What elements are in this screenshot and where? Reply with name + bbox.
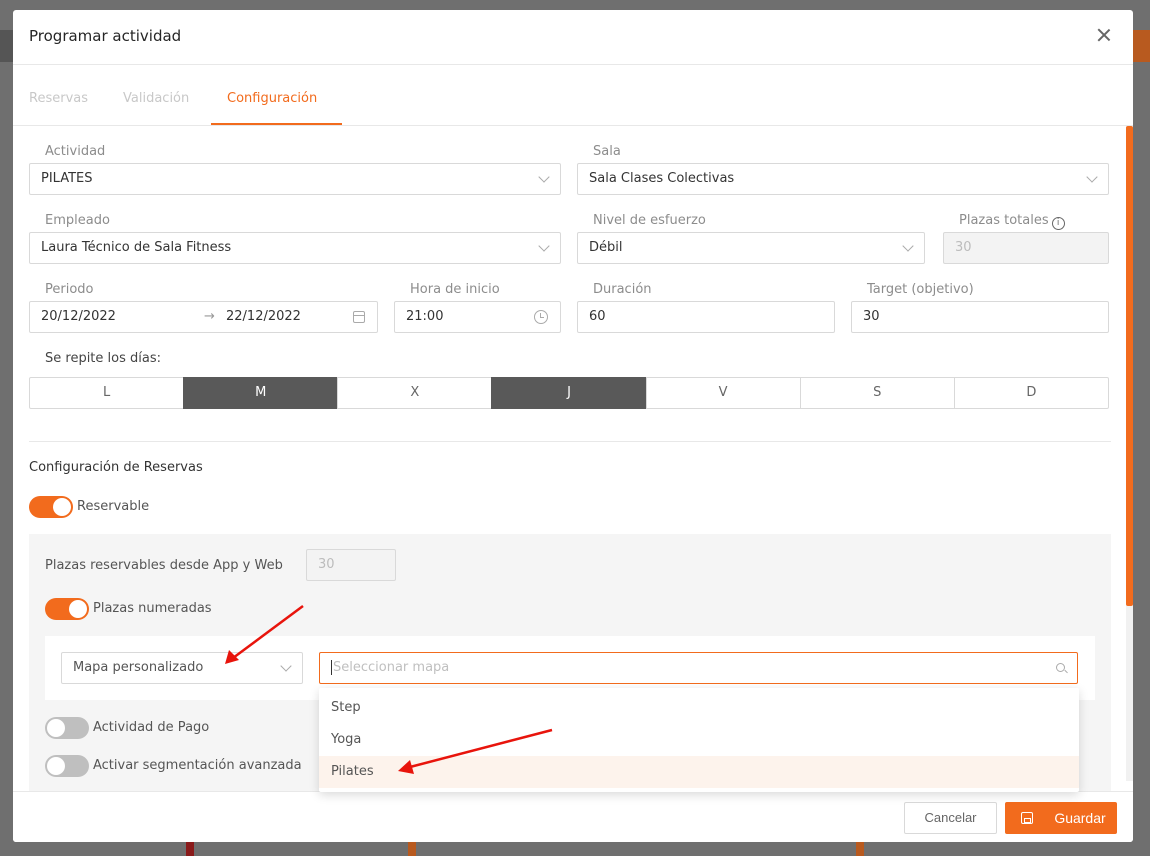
chevron-down-icon <box>1086 171 1098 183</box>
chevron-down-icon <box>902 240 914 252</box>
background-bar-orange-1 <box>408 842 416 856</box>
schedule-activity-modal: Programar actividad Reservas Validación … <box>13 10 1133 842</box>
periodo-end[interactable]: 22/12/2022 <box>226 302 301 332</box>
sala-label: Sala <box>593 144 621 159</box>
tab-configuracion[interactable]: Configuración <box>227 91 317 106</box>
duracion-label: Duración <box>593 282 652 297</box>
save-icon <box>1021 812 1033 824</box>
clock-icon <box>534 310 548 324</box>
save-button-label: Guardar <box>1054 810 1106 826</box>
plazas-totales-label: Plazas totales i <box>959 213 1065 230</box>
sala-value: Sala Clases Colectivas <box>589 171 735 186</box>
active-tab-indicator <box>211 123 342 125</box>
reservable-label: Reservable <box>77 499 150 514</box>
segmentacion-toggle[interactable] <box>45 755 89 777</box>
day-v[interactable]: V <box>645 377 801 409</box>
plazas-totales-input: 30 <box>943 232 1109 264</box>
chevron-down-icon <box>538 240 550 252</box>
toggle-knob <box>53 498 71 516</box>
day-d[interactable]: D <box>953 377 1109 409</box>
map-option-step[interactable]: Step <box>319 692 1079 724</box>
hora-picker[interactable]: 21:00 <box>394 301 561 333</box>
background-top-bar <box>0 30 13 62</box>
actividad-label: Actividad <box>45 144 106 159</box>
toggle-knob <box>47 757 65 775</box>
scrollbar-track[interactable] <box>1126 126 1133 781</box>
background-right-accent <box>1133 30 1150 62</box>
map-option-yoga[interactable]: Yoga <box>319 724 1079 756</box>
map-options-dropdown: Step Yoga Pilates <box>319 688 1079 792</box>
map-type-value: Mapa personalizado <box>73 660 204 675</box>
plazas-numeradas-label: Plazas numeradas <box>93 601 212 616</box>
actividad-value: PILATES <box>41 171 93 186</box>
periodo-range-picker[interactable]: 20/12/2022 → 22/12/2022 <box>29 301 378 333</box>
periodo-label: Periodo <box>45 282 94 297</box>
reservas-section-title: Configuración de Reservas <box>29 460 203 475</box>
day-m[interactable]: M <box>183 377 339 409</box>
cancel-button[interactable]: Cancelar <box>904 802 997 834</box>
day-j[interactable]: J <box>491 377 647 409</box>
repeat-days-label: Se repite los días: <box>45 351 161 366</box>
toggle-knob <box>47 719 65 737</box>
actividad-select[interactable]: PILATES <box>29 163 561 195</box>
section-divider <box>29 441 1111 442</box>
toggle-knob <box>69 600 87 618</box>
nivel-label: Nivel de esfuerzo <box>593 213 706 228</box>
background-bar-red <box>186 842 194 856</box>
chevron-down-icon <box>538 171 550 183</box>
map-option-pilates[interactable]: Pilates <box>319 756 1079 788</box>
day-s[interactable]: S <box>799 377 955 409</box>
day-l[interactable]: L <box>29 377 185 409</box>
tab-bar: Reservas Validación Configuración <box>13 65 1133 126</box>
tab-validacion[interactable]: Validación <box>123 91 189 106</box>
target-label: Target (objetivo) <box>867 282 974 297</box>
periodo-start[interactable]: 20/12/2022 <box>41 309 116 324</box>
nivel-select[interactable]: Débil <box>577 232 925 264</box>
plazas-reservables-label: Plazas reservables desde App y Web <box>45 558 283 573</box>
close-icon[interactable] <box>1095 26 1113 44</box>
chevron-down-icon <box>280 660 292 672</box>
tab-reservas[interactable]: Reservas <box>29 91 88 106</box>
weekday-selector: L M X J V S D <box>29 377 1109 409</box>
plazas-numeradas-toggle[interactable] <box>45 598 89 620</box>
actividad-pago-toggle[interactable] <box>45 717 89 739</box>
save-button[interactable]: Guardar <box>1005 802 1117 834</box>
modal-title: Programar actividad <box>29 27 182 45</box>
range-arrow-icon: → <box>204 309 215 324</box>
hora-value: 21:00 <box>406 309 444 324</box>
target-input[interactable]: 30 <box>851 301 1109 333</box>
map-placeholder: Seleccionar mapa <box>331 660 450 675</box>
plazas-reservables-input: 30 <box>306 549 396 581</box>
nivel-value: Débil <box>589 240 623 255</box>
duracion-input[interactable]: 60 <box>577 301 835 333</box>
map-search-select[interactable]: Seleccionar mapa <box>319 652 1078 684</box>
calendar-icon <box>353 311 365 323</box>
scrollbar-thumb[interactable] <box>1126 126 1133 606</box>
hora-label: Hora de inicio <box>410 282 500 297</box>
modal-footer: Cancelar Guardar <box>13 791 1133 842</box>
search-icon <box>1056 663 1065 672</box>
reservable-toggle[interactable] <box>29 496 73 518</box>
empleado-label: Empleado <box>45 213 110 228</box>
sala-select[interactable]: Sala Clases Colectivas <box>577 163 1109 195</box>
background-bar-orange-2 <box>856 842 864 856</box>
modal-header: Programar actividad <box>13 10 1133 65</box>
actividad-pago-label: Actividad de Pago <box>93 720 210 735</box>
empleado-select[interactable]: Laura Técnico de Sala Fitness <box>29 232 561 264</box>
map-type-select[interactable]: Mapa personalizado <box>61 652 303 684</box>
info-icon[interactable]: i <box>1051 217 1065 230</box>
day-x[interactable]: X <box>337 377 493 409</box>
empleado-value: Laura Técnico de Sala Fitness <box>41 240 232 255</box>
segmentacion-label: Activar segmentación avanzada <box>93 758 302 773</box>
plazas-totales-label-text: Plazas totales <box>959 213 1049 228</box>
